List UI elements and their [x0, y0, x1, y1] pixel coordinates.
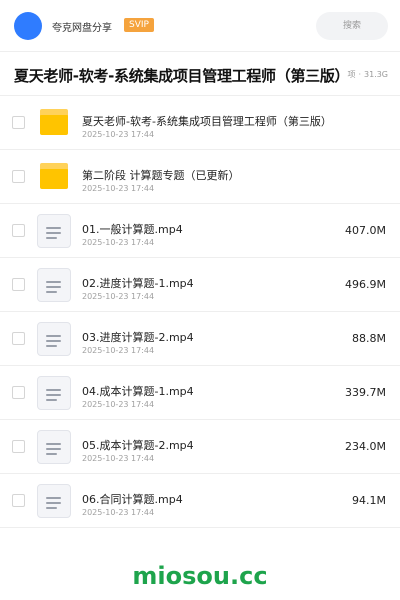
item-date: 2025-10-23 17:44: [82, 346, 155, 355]
video-file-icon: [37, 376, 71, 410]
folder-meta: 项 · 31.3G: [345, 69, 388, 80]
item-name[interactable]: 05.成本计算题-2.mp4: [82, 437, 194, 453]
video-file-icon: [37, 484, 71, 518]
avatar[interactable]: [14, 12, 42, 40]
file-row[interactable]: 06.合同计算题.mp4 2025-10-23 17:44 94.1M: [0, 474, 400, 528]
video-file-icon: [37, 430, 71, 464]
video-file-icon: [37, 322, 71, 356]
item-name[interactable]: 01.一般计算题.mp4: [82, 221, 183, 237]
row-checkbox[interactable]: [12, 170, 25, 183]
page-title: 夏天老师-软考-系统集成项目管理工程师（第三版）: [14, 67, 350, 85]
item-size: 94.1M: [352, 494, 386, 507]
file-row[interactable]: 04.成本计算题-1.mp4 2025-10-23 17:44 339.7M: [0, 366, 400, 420]
video-file-icon: [37, 214, 71, 248]
item-size: 496.9M: [345, 278, 386, 291]
title-row: 夏天老师-软考-系统集成项目管理工程师（第三版） 项 · 31.3G: [0, 52, 400, 96]
item-date: 2025-10-23 17:44: [82, 400, 155, 409]
share-owner-name: 夸克网盘分享: [52, 23, 112, 34]
folder-icon: [37, 160, 71, 194]
row-checkbox[interactable]: [12, 440, 25, 453]
folder-row[interactable]: 夏天老师-软考-系统集成项目管理工程师（第三版） 2025-10-23 17:44: [0, 96, 400, 150]
file-doc-icon: [37, 322, 71, 356]
file-doc-icon: [37, 214, 71, 248]
file-doc-icon: [37, 268, 71, 302]
item-date: 2025-10-23 17:44: [82, 508, 155, 517]
item-name[interactable]: 04.成本计算题-1.mp4: [82, 383, 194, 399]
folder-row[interactable]: 第二阶段 计算题专题（已更新） 2025-10-23 17:44: [0, 150, 400, 204]
file-row[interactable]: 05.成本计算题-2.mp4 2025-10-23 17:44 234.0M: [0, 420, 400, 474]
row-checkbox[interactable]: [12, 278, 25, 291]
item-date: 2025-10-23 17:44: [82, 292, 155, 301]
item-size: 234.0M: [345, 440, 386, 453]
svip-badge: SVIP: [124, 18, 154, 32]
row-checkbox[interactable]: [12, 224, 25, 237]
item-name[interactable]: 03.进度计算题-2.mp4: [82, 329, 194, 345]
file-row[interactable]: 03.进度计算题-2.mp4 2025-10-23 17:44 88.8M: [0, 312, 400, 366]
item-name[interactable]: 夏天老师-软考-系统集成项目管理工程师（第三版）: [82, 113, 332, 129]
folder-icon: [37, 106, 71, 140]
file-row[interactable]: 02.进度计算题-1.mp4 2025-10-23 17:44 496.9M: [0, 258, 400, 312]
item-date: 2025-10-23 17:44: [82, 130, 155, 139]
file-list: 夏天老师-软考-系统集成项目管理工程师（第三版） 2025-10-23 17:44…: [0, 96, 400, 528]
video-file-icon: [37, 268, 71, 302]
item-name[interactable]: 06.合同计算题.mp4: [82, 491, 183, 507]
item-name[interactable]: 02.进度计算题-1.mp4: [82, 275, 194, 291]
watermark-text: miosou.cc: [132, 562, 268, 590]
item-size: 339.7M: [345, 386, 386, 399]
row-checkbox[interactable]: [12, 332, 25, 345]
item-date: 2025-10-23 17:44: [82, 184, 155, 193]
meta-total-size: 31.3G: [363, 70, 388, 79]
item-name[interactable]: 第二阶段 计算题专题（已更新）: [82, 167, 240, 183]
item-date: 2025-10-23 17:44: [82, 454, 155, 463]
row-checkbox[interactable]: [12, 386, 25, 399]
file-doc-icon: [37, 376, 71, 410]
header-bar: 夸克网盘分享 SVIP 搜索: [0, 0, 400, 52]
row-checkbox[interactable]: [12, 116, 25, 129]
item-date: 2025-10-23 17:44: [82, 238, 155, 247]
meta-count-label: 项: [347, 70, 356, 79]
folder-icon-shape: [40, 163, 68, 189]
folder-icon-shape: [40, 109, 68, 135]
item-size: 88.8M: [352, 332, 386, 345]
file-doc-icon: [37, 430, 71, 464]
item-size: 407.0M: [345, 224, 386, 237]
search-input[interactable]: 搜索: [316, 12, 388, 40]
file-row[interactable]: 01.一般计算题.mp4 2025-10-23 17:44 407.0M: [0, 204, 400, 258]
file-doc-icon: [37, 484, 71, 518]
row-checkbox[interactable]: [12, 494, 25, 507]
